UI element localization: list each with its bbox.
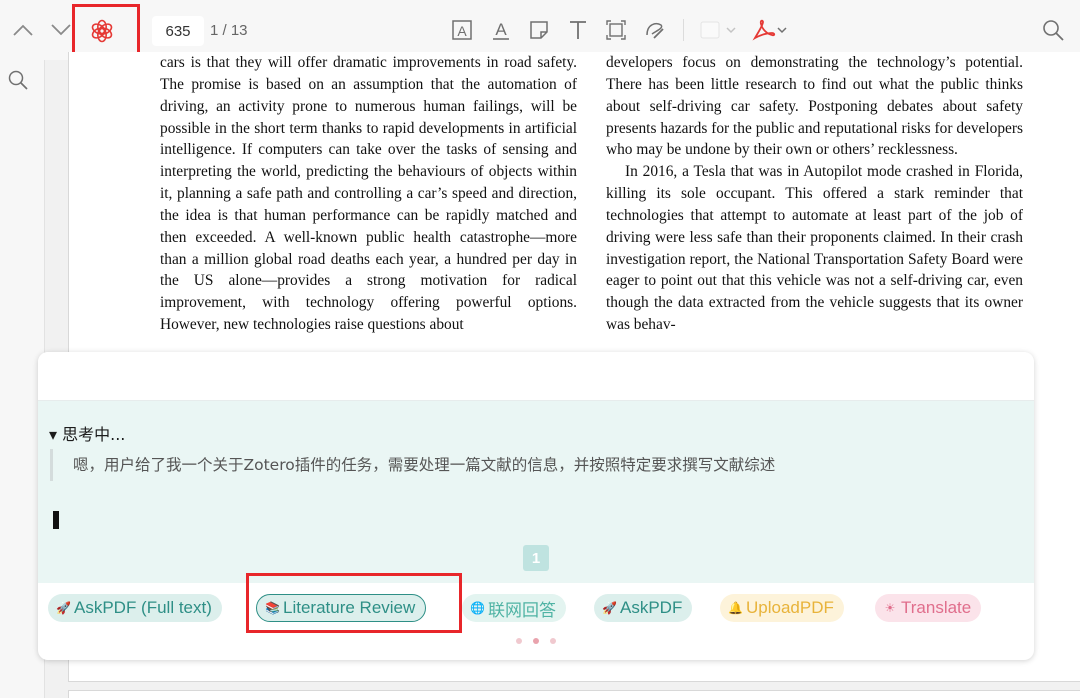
thinking-toggle[interactable]: ▾ 思考中... [49, 421, 125, 445]
translate-button[interactable]: ☀ Translate [875, 594, 982, 622]
chip-label: AskPDF [620, 598, 683, 617]
typing-cursor [53, 511, 59, 529]
pagination-dots [516, 638, 556, 646]
web-answer-button[interactable]: 🌐 联网回答 [462, 594, 566, 622]
search-icon[interactable] [1040, 17, 1066, 43]
svg-text:A: A [457, 23, 467, 39]
rocket-icon: 🚀 [602, 601, 617, 615]
globe-icon: 🌐 [470, 601, 485, 615]
chip-label: Translate [901, 598, 972, 617]
chip-label: 联网回答 [488, 600, 556, 620]
sidebar-search-icon[interactable] [6, 68, 30, 92]
left-paragraph: cars is that they will offer dramatic im… [160, 54, 577, 334]
rocket-icon: 🚀 [56, 601, 71, 615]
prompt-input[interactable] [38, 352, 1034, 401]
sun-icon: ☀ [884, 601, 896, 615]
right-paragraph-2: In 2016, a Tesla that was in Autopilot m… [606, 163, 1023, 334]
chip-label: AskPDF (Full text) [74, 598, 212, 617]
response-area: ▾ 思考中... 嗯，用户给了我一个关于Zotero插件的任务，需要处理一篇文献… [38, 401, 1034, 583]
chevron-up-icon[interactable] [10, 18, 36, 42]
pagination-dot[interactable] [550, 638, 556, 644]
right-paragraph-1: developers focus on demonstrating the te… [606, 54, 1023, 159]
page-number-input[interactable]: 635 [152, 16, 204, 46]
text-box-icon[interactable]: A [450, 18, 474, 42]
ai-chat-panel: ▾ 思考中... 嗯，用户给了我一个关于Zotero插件的任务，需要处理一篇文献… [38, 352, 1034, 660]
chip-label: UploadPDF [746, 598, 834, 617]
page-count: 1 / 13 [210, 22, 248, 39]
text-icon[interactable] [566, 18, 590, 42]
next-pdf-page [68, 690, 1080, 698]
area-select-icon[interactable] [604, 18, 628, 42]
toolbar: 635 1 / 13 A A [0, 0, 1080, 62]
color-swatch-icon[interactable] [698, 18, 742, 42]
askpdf-fulltext-button[interactable]: 🚀 AskPDF (Full text) [48, 594, 222, 622]
svg-text:A: A [495, 20, 507, 39]
highlight-box-literature-review [246, 573, 462, 633]
ink-icon[interactable] [643, 18, 667, 42]
pdf-icon[interactable] [750, 18, 790, 42]
right-text-column: developers focus on demonstrating the te… [606, 52, 1023, 352]
page-badge[interactable]: 1 [523, 545, 549, 571]
uploadpdf-button[interactable]: 🔔 UploadPDF [720, 594, 844, 622]
askpdf-button[interactable]: 🚀 AskPDF [594, 594, 693, 622]
note-icon[interactable] [527, 18, 551, 42]
pagination-dot[interactable] [533, 638, 539, 644]
bell-icon: 🔔 [728, 601, 743, 615]
chevron-down-icon[interactable] [48, 18, 74, 42]
left-text-column: cars is that they will offer dramatic im… [160, 52, 577, 352]
underline-icon[interactable]: A [489, 18, 513, 42]
toolbar-divider [683, 19, 684, 41]
pagination-dot[interactable] [516, 638, 522, 644]
thinking-text: 嗯，用户给了我一个关于Zotero插件的任务，需要处理一篇文献的信息，并按照特定… [50, 449, 950, 481]
